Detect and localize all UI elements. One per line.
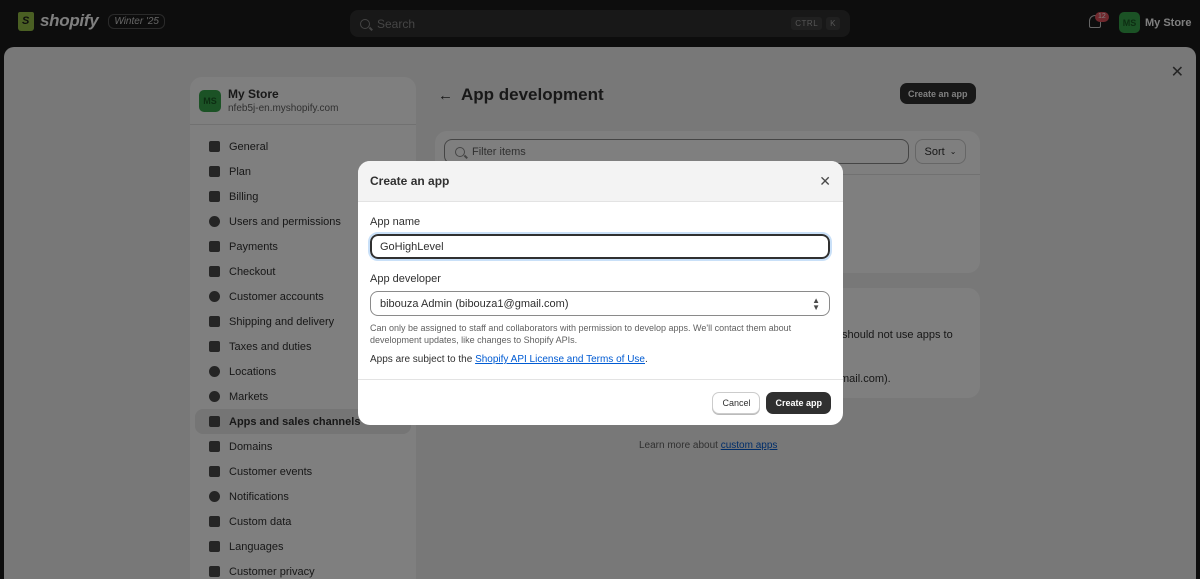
create-app-modal: Create an app ✕ App name App developer b… xyxy=(358,161,843,425)
cancel-button[interactable]: Cancel xyxy=(712,391,761,414)
app-name-input[interactable] xyxy=(368,232,832,261)
terms-text: Apps are subject to the Shopify API Lice… xyxy=(370,354,831,365)
app-developer-value: bibouza Admin (bibouza1@gmail.com) xyxy=(380,297,569,310)
terms-suffix: . xyxy=(645,354,648,365)
modal-footer: Cancel Create app xyxy=(358,379,843,425)
select-arrows-icon: ▲ ▼ xyxy=(812,295,820,312)
close-icon[interactable]: ✕ xyxy=(819,173,831,190)
api-terms-link[interactable]: Shopify API License and Terms of Use xyxy=(475,354,645,365)
modal-header: Create an app ✕ xyxy=(358,161,843,202)
modal-body: App name App developer bibouza Admin (bi… xyxy=(358,216,843,365)
create-app-button[interactable]: Create app xyxy=(766,391,831,414)
app-developer-select[interactable]: bibouza Admin (bibouza1@gmail.com) ▲ ▼ xyxy=(370,291,830,316)
terms-prefix: Apps are subject to the xyxy=(370,354,476,365)
developer-help-text: Can only be assigned to staff and collab… xyxy=(370,323,792,345)
app-name-label: App name xyxy=(370,216,421,228)
modal-title: Create an app xyxy=(370,174,450,188)
app-developer-label: App developer xyxy=(370,273,441,285)
